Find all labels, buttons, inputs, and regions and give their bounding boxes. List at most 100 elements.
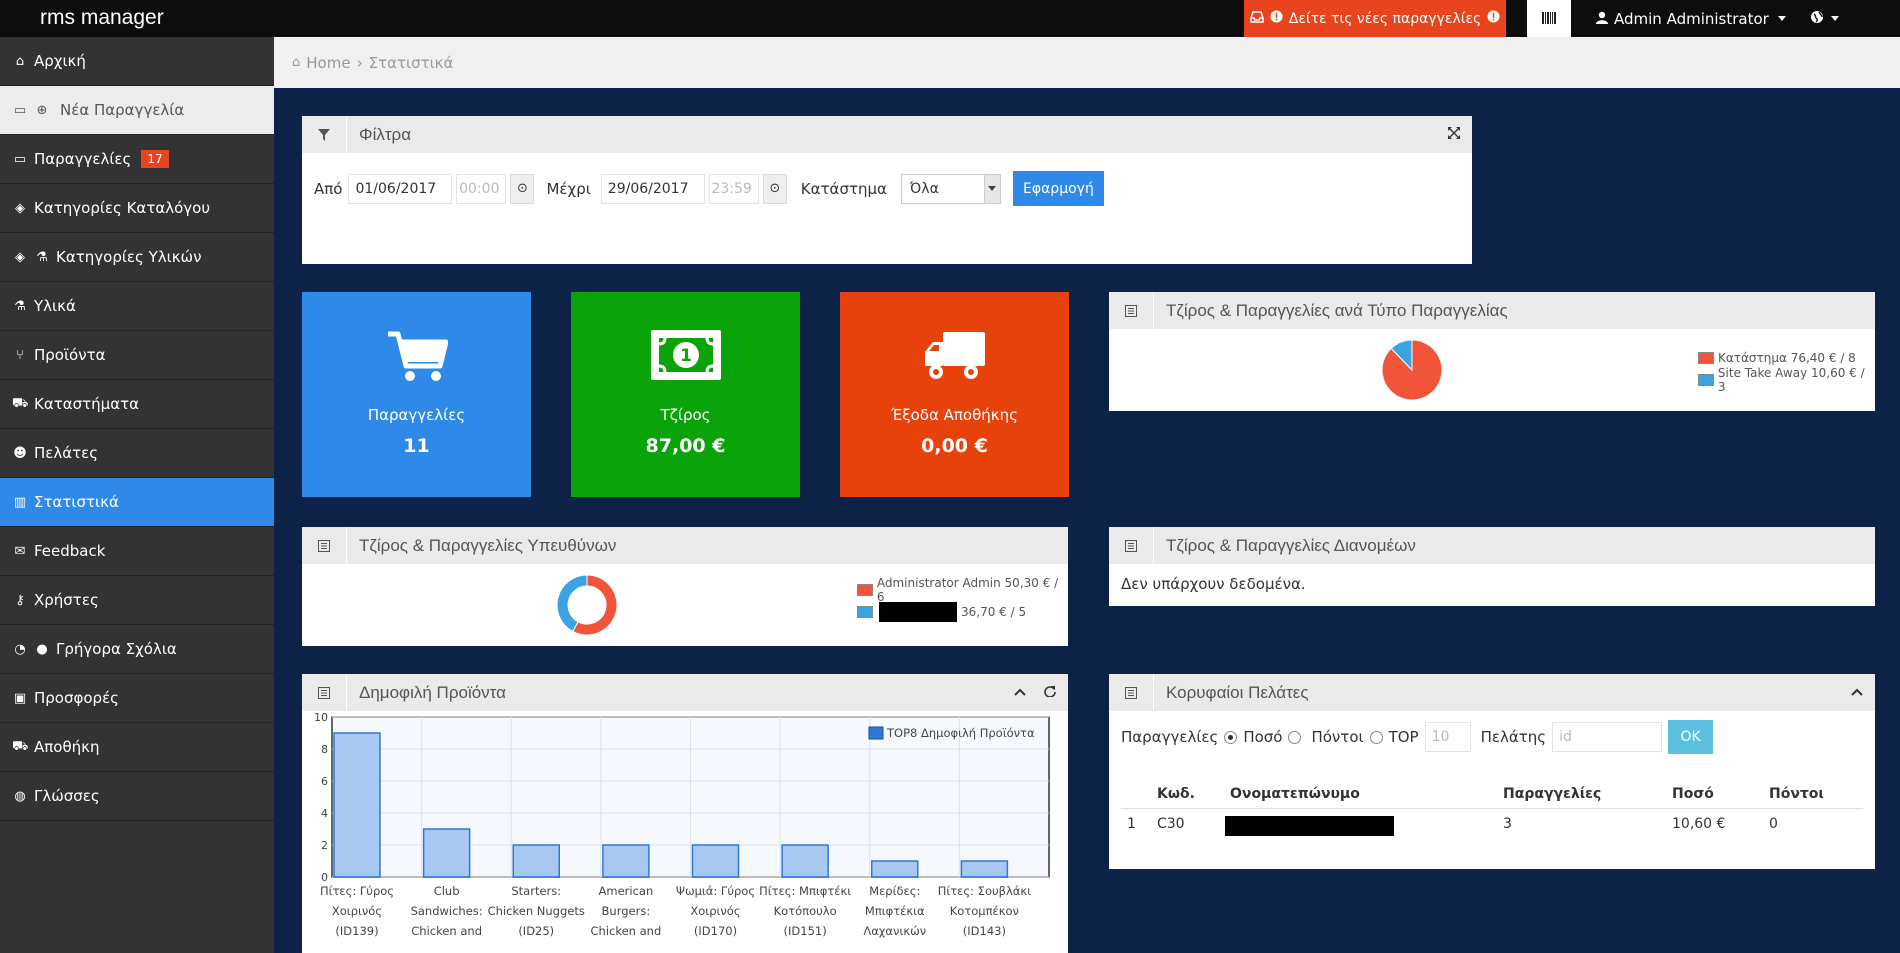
y-tick-label: 2 (321, 839, 328, 852)
customer-points: 0 (1769, 816, 1778, 832)
barcode-button[interactable] (1527, 0, 1571, 37)
home-icon: ⌂ (15, 53, 25, 69)
cart-icon: ⛟ (12, 395, 29, 411)
table-header-divider (1121, 808, 1863, 809)
top-customers-title: Κορυφαίοι Πελάτες (1166, 682, 1309, 702)
ok-button[interactable]: OK (1668, 720, 1714, 754)
sidebar-item-label: Γλώσσες (34, 787, 100, 805)
sidebar-item-quick-comments[interactable]: ◔ ● Γρήγορα Σχόλια (0, 625, 274, 674)
to-date-input[interactable]: 29/06/2017 (600, 173, 705, 204)
sidebar-item-stores[interactable]: ⛟ Καταστήματα (0, 380, 274, 429)
sidebar-item-label: Γρήγορα Σχόλια (56, 640, 177, 658)
dashboard-icon: ◔ (14, 641, 26, 657)
sidebar-item-products[interactable]: ⑂ Προϊόντα (0, 331, 274, 380)
delivery-panel: Τζίρος & Παραγγελίες Διανομέων Δεν υπάρχ… (1109, 527, 1875, 606)
legend-swatch (857, 606, 873, 618)
y-tick-label: 4 (321, 807, 328, 820)
managers-legend: Administrator Admin 50,30 € / 6 36,70 € … (857, 576, 1068, 623)
sidebar-item-label: Καταστήματα (34, 395, 140, 413)
list-icon (1109, 674, 1154, 711)
from-label: Από (314, 179, 343, 198)
flask-icon: ⚗ (14, 298, 26, 314)
sidebar-item-materials[interactable]: ⚗ Υλικά (0, 282, 274, 331)
sidebar-item-customers[interactable]: ☻ Πελάτες (0, 429, 274, 478)
bar (422, 828, 471, 878)
sidebar-item-users[interactable]: ⚷ Χρήστες (0, 576, 274, 625)
bar (691, 844, 740, 878)
column-header: Παραγγελίες (1503, 786, 1602, 802)
sidebar-item-catalog-categories[interactable]: ◈ Κατηγορίες Καταλόγου (0, 184, 274, 233)
column-header: Ποσό (1672, 786, 1714, 802)
amount-radio[interactable] (1288, 730, 1302, 744)
x-tick-label: Starters: Chicken Nuggets (ID25) (488, 884, 585, 938)
filters-title: Φίλτρα (359, 124, 412, 144)
y-tick-label: 8 (321, 743, 328, 756)
customer-id-input[interactable]: id (1552, 722, 1663, 752)
sidebar-item-warehouse[interactable]: ⛟ Αποθήκη (0, 723, 274, 772)
user-menu-dropdown[interactable]: Admin Administrator (1596, 0, 1786, 37)
app-brand[interactable]: rms manager (40, 6, 164, 30)
refresh-icon[interactable] (1044, 685, 1056, 701)
to-time-input[interactable]: 23:59 (708, 173, 759, 204)
legend-swatch (857, 584, 873, 596)
y-tick-label: 10 (314, 711, 328, 724)
clock-icon[interactable]: ⊙ (510, 173, 535, 204)
exclamation-icon (1270, 10, 1283, 27)
sidebar-item-home[interactable]: ⌂ Αρχική (0, 37, 274, 86)
sidebar-item-label: Χρήστες (34, 591, 99, 609)
revenue-tile-value: 87,00 € (645, 435, 726, 457)
from-time-input[interactable]: 00:00 (456, 173, 507, 204)
legend-label: Κατάστημα 76,40 € / 8 (1718, 351, 1856, 365)
sidebar-item-languages[interactable]: ◍ Γλώσσες (0, 772, 274, 821)
legend-swatch (868, 726, 884, 740)
column-header: Κωδ. (1157, 786, 1195, 802)
list-icon (1109, 527, 1154, 564)
sidebar-item-material-categories[interactable]: ◈ ⚗ Κατηγορίες Υλικών (0, 233, 274, 282)
row-index: 1 (1127, 816, 1136, 832)
user-name: Admin Administrator (1614, 9, 1769, 28)
expand-icon[interactable] (1448, 126, 1460, 143)
redacted-name (879, 602, 957, 622)
plus-circle-icon: ⊕ (36, 102, 48, 118)
breadcrumb-separator: › (356, 53, 363, 72)
orders-tile-value: 11 (403, 435, 430, 457)
new-orders-alert-button[interactable]: Δείτε τις νέες παραγγελίες (1244, 0, 1506, 37)
x-tick-label: Ψωμιά: Γύρος Χοιρινός (ID170) (676, 884, 755, 938)
sidebar-item-offers[interactable]: ▣ Προσφορές (0, 674, 274, 723)
chevron-up-icon[interactable] (1014, 685, 1026, 700)
order-type-panel-header: Τζίρος & Παραγγελίες ανά Τύπο Παραγγελία… (1109, 292, 1875, 329)
sidebar-item-feedback[interactable]: ✉ Feedback (0, 527, 274, 576)
warehouse-expenses-tile-value: 0,00 € (921, 435, 988, 457)
bar (333, 732, 381, 878)
language-dropdown[interactable] (1810, 0, 1839, 37)
clock-icon[interactable]: ⊙ (762, 173, 787, 204)
apply-button[interactable]: Εφαρμογή (1012, 171, 1104, 206)
delivery-title: Τζίρος & Παραγγελίες Διανομέων (1166, 535, 1416, 555)
sidebar-item-label: Αρχική (34, 52, 86, 70)
top-count-input[interactable]: 10 (1424, 722, 1471, 752)
legend-item: Site Take Away 10,60 € / 3 (1698, 366, 1875, 394)
sidebar-item-label: Παραγγελίες (34, 150, 132, 168)
sidebar-item-statistics[interactable]: ▥ Στατιστικά (0, 478, 274, 527)
from-date-input[interactable]: 01/06/2017 (348, 173, 453, 204)
list-icon (302, 674, 347, 711)
globe-icon (1810, 10, 1824, 28)
orders-radio[interactable] (1224, 730, 1238, 744)
managers-donut-chart (556, 574, 618, 636)
legend-label: Site Take Away 10,60 € / 3 (1717, 366, 1865, 394)
chevron-up-icon[interactable] (1851, 685, 1863, 700)
legend-item: Administrator Admin 50,30 € / 6 (857, 576, 1068, 604)
x-tick-label: American Burgers: Chicken and (591, 884, 662, 938)
store-select[interactable]: Όλα (900, 173, 1001, 204)
popular-products-bar-chart: 0 2 4 6 8 10 Πίτες: Γύρος Χοιρινός (ID139) Club Sa… (314, 711, 1050, 938)
warehouse-expenses-tile-label: Έξοδα Αποθήκης (891, 406, 1018, 424)
gift-icon: ▣ (13, 690, 27, 706)
legend-label: TOP8 Δημοφιλή Προϊόντα (886, 726, 1035, 740)
points-radio[interactable] (1369, 730, 1383, 744)
bar (512, 844, 560, 878)
tags-icon: ◈ (15, 200, 25, 216)
breadcrumb-home-link[interactable]: Home (306, 54, 350, 72)
sidebar-item-orders[interactable]: ▭ Παραγγελίες 17 (0, 135, 274, 184)
sidebar-item-new-order[interactable]: ▭ ⊕ Νέα Παραγγελία (0, 86, 274, 135)
filters-row: Από 01/06/2017 00:00 ⊙ Μέχρι 29/06/2017 … (302, 153, 1472, 206)
